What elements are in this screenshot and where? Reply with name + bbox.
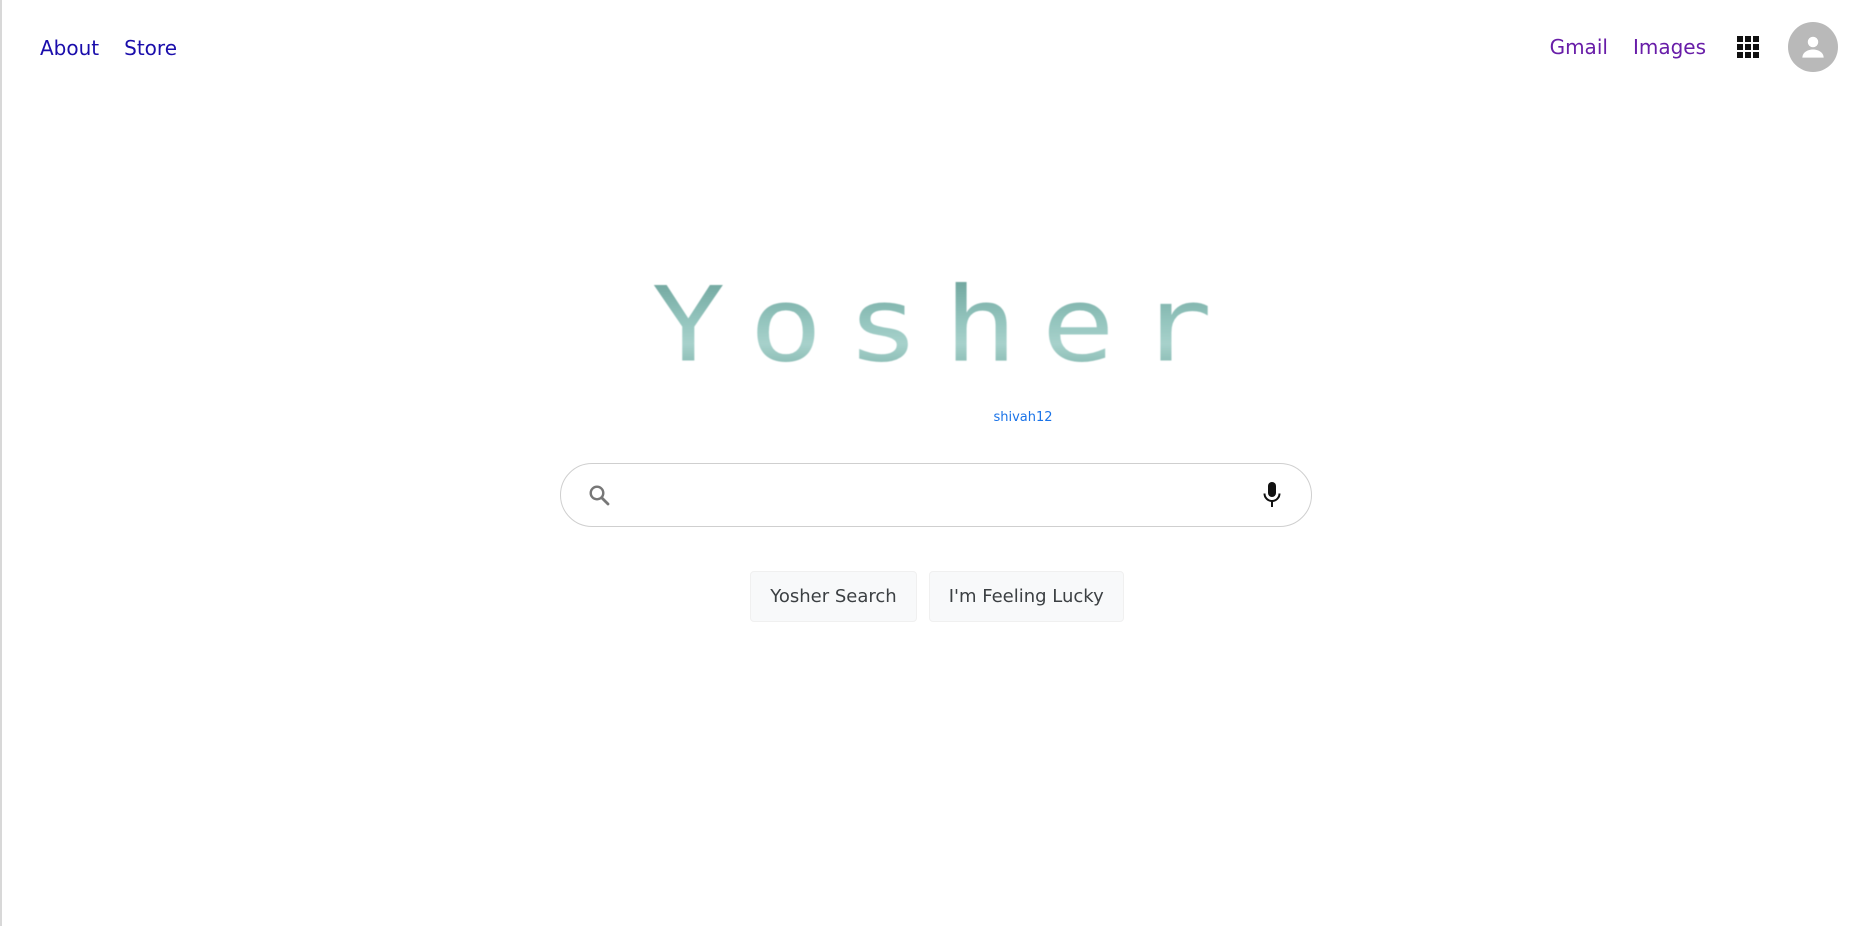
top-right-nav: Gmail Images [1550, 22, 1838, 72]
search-input[interactable] [625, 474, 1261, 516]
search-buttons: Yosher Search I'm Feeling Lucky [2, 571, 1860, 622]
microphone-icon[interactable] [1261, 480, 1283, 510]
logo: Yosher [2, 270, 1860, 380]
gmail-link[interactable]: Gmail [1550, 35, 1608, 59]
top-left-nav: About Store [40, 36, 177, 60]
apps-grid-icon[interactable] [1737, 36, 1759, 58]
feeling-lucky-button[interactable]: I'm Feeling Lucky [928, 571, 1124, 622]
avatar[interactable] [1788, 22, 1838, 72]
search-icon [587, 483, 611, 507]
account-icon [1802, 36, 1824, 58]
about-link[interactable]: About [40, 36, 99, 60]
page: About Store Gmail Images Yosher shivah12 [0, 0, 1860, 926]
yosher-search-button[interactable]: Yosher Search [750, 571, 917, 622]
images-link[interactable]: Images [1633, 35, 1706, 59]
logo-text: Yosher [628, 273, 1237, 377]
logo-subtitle: shivah12 [993, 410, 1053, 425]
search-box[interactable] [560, 463, 1312, 527]
store-link[interactable]: Store [124, 36, 177, 60]
